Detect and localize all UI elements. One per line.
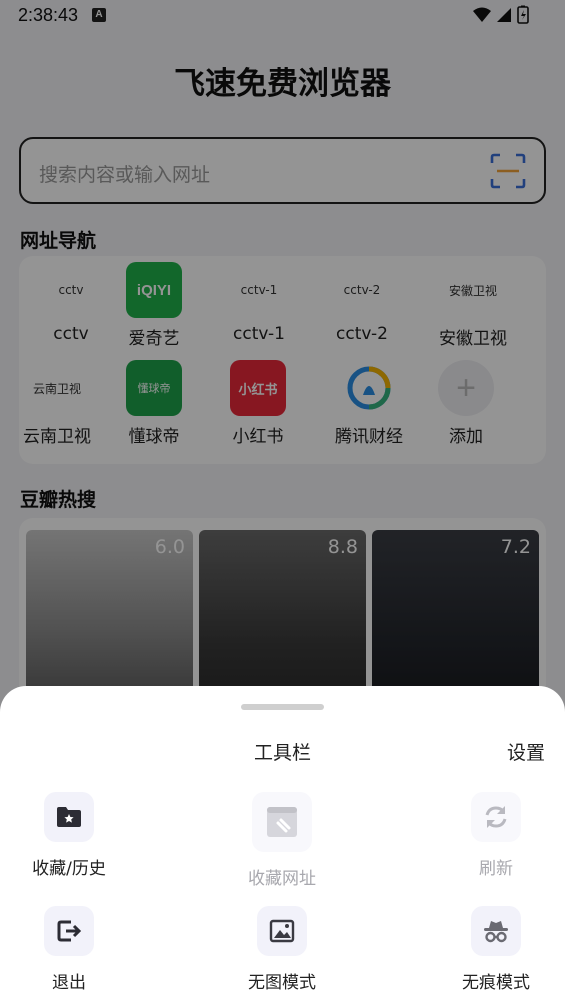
tool-no-image-mode[interactable]: 无图模式 xyxy=(217,906,347,1001)
tool-refresh[interactable]: 刷新 xyxy=(431,792,561,887)
drag-handle[interactable] xyxy=(241,704,324,710)
tool-label: 退出 xyxy=(52,973,86,993)
exit-icon xyxy=(44,906,94,956)
tool-save-link[interactable]: 收藏网址 xyxy=(217,792,347,889)
tool-label: 收藏网址 xyxy=(248,869,316,889)
incognito-icon xyxy=(471,906,521,956)
tool-label: 收藏/历史 xyxy=(32,859,106,879)
tool-label: 无图模式 xyxy=(248,973,316,993)
tool-label: 刷新 xyxy=(479,859,513,879)
bookmark-folder-icon xyxy=(44,792,94,842)
tool-label: 无痕模式 xyxy=(462,973,530,993)
settings-button[interactable]: 设置 xyxy=(507,738,545,765)
tool-exit[interactable]: 退出 xyxy=(4,906,134,1001)
tool-incognito-mode[interactable]: 无痕模式 xyxy=(431,906,561,1001)
tool-bookmarks-history[interactable]: 收藏/历史 xyxy=(4,792,134,887)
refresh-icon xyxy=(471,792,521,842)
sheet-title: 工具栏 xyxy=(253,742,311,764)
toolbar-sheet: 工具栏 设置 收藏/历史 收藏网址 刷新 退出 无图模式 无痕模式 xyxy=(0,686,565,1004)
image-icon xyxy=(257,906,307,956)
save-link-icon xyxy=(252,792,312,852)
